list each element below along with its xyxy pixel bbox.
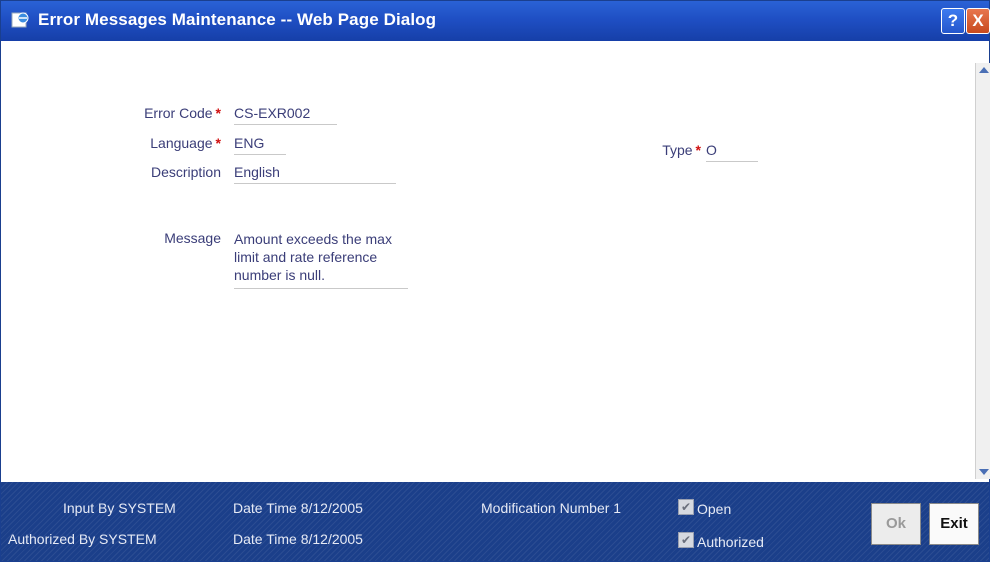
- modification-number-text: Modification Number 1: [481, 500, 622, 516]
- language-label: Language *: [150, 135, 221, 151]
- check-icon: ✔: [680, 500, 692, 514]
- open-label: Open: [697, 501, 732, 517]
- required-marker: *: [215, 135, 221, 151]
- check-icon: ✔: [680, 533, 692, 547]
- message-line: Amount exceeds the max: [234, 231, 392, 247]
- description-field[interactable]: English: [234, 164, 396, 184]
- close-button[interactable]: X: [966, 8, 990, 34]
- description-label: Description: [150, 164, 221, 180]
- scroll-down-arrow-icon[interactable]: [979, 469, 989, 475]
- type-label: Type *: [662, 142, 701, 158]
- message-label: Message: [164, 230, 221, 246]
- title-bar: Error Messages Maintenance -- Web Page D…: [1, 1, 990, 41]
- dialog-window: Error Messages Maintenance -- Web Page D…: [0, 0, 990, 562]
- authorized-by-text: Authorized By SYSTEM: [8, 531, 157, 547]
- required-marker: *: [695, 142, 701, 158]
- language-field[interactable]: ENG: [234, 135, 286, 155]
- vertical-scrollbar[interactable]: [975, 63, 990, 479]
- scroll-up-arrow-icon[interactable]: [979, 67, 989, 73]
- required-marker: *: [215, 105, 221, 121]
- audit-footer: Input By SYSTEM Date Time 8/12/2005 Auth…: [1, 482, 989, 561]
- exit-button[interactable]: Exit: [929, 503, 979, 545]
- authorized-label: Authorized: [697, 534, 764, 550]
- ie-page-icon: [11, 12, 29, 28]
- message-field[interactable]: Amount exceeds the max limit and rate re…: [234, 230, 408, 289]
- type-field[interactable]: O: [706, 142, 758, 162]
- ok-button[interactable]: Ok: [871, 503, 921, 545]
- input-datetime-text: Date Time 8/12/2005: [233, 500, 363, 516]
- message-line: number is null.: [234, 267, 326, 283]
- help-button[interactable]: ?: [941, 8, 965, 34]
- authorized-datetime-text: Date Time 8/12/2005: [233, 531, 363, 547]
- error-code-field[interactable]: CS-EXR002: [234, 105, 337, 125]
- open-checkbox[interactable]: ✔: [678, 499, 694, 515]
- message-line: limit and rate reference: [234, 249, 378, 265]
- authorized-checkbox[interactable]: ✔: [678, 532, 694, 548]
- error-code-label: Error Code *: [144, 105, 221, 121]
- window-title: Error Messages Maintenance -- Web Page D…: [38, 10, 437, 29]
- input-by-text: Input By SYSTEM: [63, 500, 176, 516]
